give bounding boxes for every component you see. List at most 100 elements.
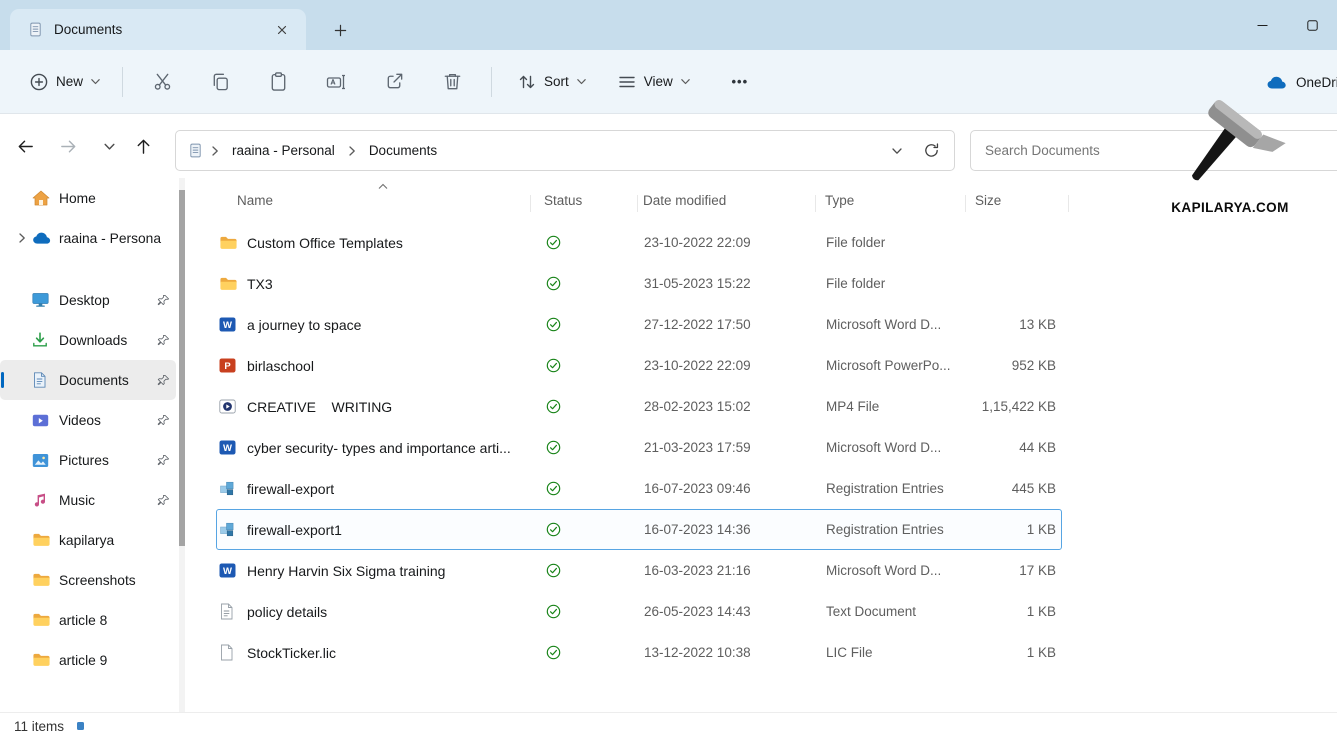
sidebar-item-raaina-persona[interactable]: raaina - Persona <box>0 218 176 258</box>
svg-text:W: W <box>223 443 232 454</box>
more-options-button[interactable]: ••• <box>722 64 758 100</box>
sidebar-item-pictures[interactable]: Pictures <box>0 440 176 480</box>
sidebar-item-label: kapilarya <box>59 533 176 548</box>
explorer-tab[interactable]: Documents <box>10 9 306 50</box>
sidebar-item-label: Screenshots <box>59 573 176 588</box>
sidebar-item-downloads[interactable]: Downloads <box>0 320 176 360</box>
file-row-creative-writing[interactable]: CREATIVE WRITING28-02-2023 15:02MP4 File… <box>216 386 1062 427</box>
back-button[interactable] <box>9 130 41 162</box>
up-button[interactable] <box>127 130 159 162</box>
file-size: 1 KB <box>936 592 1056 631</box>
sidebar-item-documents[interactable]: Documents <box>0 360 176 400</box>
scrollbar-thumb[interactable] <box>179 190 185 546</box>
paste-button[interactable] <box>258 62 298 102</box>
file-row-firewall-export1[interactable]: firewall-export116-07-2023 14:36Registra… <box>216 509 1062 550</box>
file-list: Custom Office Templates23-10-2022 22:09F… <box>200 222 1337 673</box>
file-row-firewall-export[interactable]: firewall-export16-07-2023 09:46Registrat… <box>216 468 1062 509</box>
breadcrumb-item-raaina-personal[interactable]: raaina - Personal <box>225 139 342 162</box>
breadcrumb-chevron-icon[interactable] <box>207 145 223 157</box>
new-button-label: New <box>56 74 83 89</box>
file-row-tx3[interactable]: TX331-05-2023 15:22File folder <box>216 263 1062 304</box>
sidebar-scrollbar[interactable] <box>179 178 185 712</box>
column-divider[interactable] <box>637 195 638 212</box>
file-row-a-journey-to-space[interactable]: Wa journey to space27-12-2022 17:50Micro… <box>216 304 1062 345</box>
address-dropdown-icon[interactable] <box>882 136 912 166</box>
sidebar-item-article-8[interactable]: article 8 <box>0 600 176 640</box>
file-row-henry-harvin-six-sigma-training[interactable]: WHenry Harvin Six Sigma training16-03-20… <box>216 550 1062 591</box>
view-button[interactable]: View <box>608 64 700 100</box>
watermark-text: KAPILARYA.COM <box>1148 200 1312 215</box>
column-divider[interactable] <box>965 195 966 212</box>
copy-button[interactable] <box>200 62 240 102</box>
column-divider[interactable] <box>1068 195 1069 212</box>
file-date-modified: 16-03-2023 21:16 <box>644 551 814 590</box>
toolbar-divider <box>491 67 492 97</box>
column-divider[interactable] <box>815 195 816 212</box>
minimize-button[interactable] <box>1237 0 1287 50</box>
sidebar-item-kapilarya[interactable]: kapilarya <box>0 520 176 560</box>
folder-icon <box>219 264 241 303</box>
new-tab-button[interactable] <box>327 18 353 43</box>
file-row-custom-office-templates[interactable]: Custom Office Templates23-10-2022 22:09F… <box>216 222 1062 263</box>
file-name: firewall-export1 <box>247 510 543 549</box>
sidebar-item-desktop[interactable]: Desktop <box>0 280 176 320</box>
sidebar-item-screenshots[interactable]: Screenshots <box>0 560 176 600</box>
tab-close-icon[interactable] <box>270 18 294 42</box>
new-button[interactable]: New <box>18 64 112 100</box>
powerpoint-icon: P <box>219 346 241 385</box>
document-icon <box>28 22 43 37</box>
file-row-birlaschool[interactable]: Pbirlaschool23-10-2022 22:09Microsoft Po… <box>216 345 1062 386</box>
file-row-cyber-security-types-and-importance-arti[interactable]: Wcyber security- types and importance ar… <box>216 427 1062 468</box>
forward-button[interactable] <box>52 130 84 162</box>
sidebar-item-videos[interactable]: Videos <box>0 400 176 440</box>
plus-circle-icon <box>29 72 49 92</box>
column-header-date-modified[interactable]: Date modified <box>643 193 726 208</box>
folder-icon <box>219 223 241 262</box>
pin-icon <box>157 374 170 387</box>
sidebar-item-home[interactable]: Home <box>0 178 176 218</box>
file-size: 445 KB <box>936 469 1056 508</box>
recent-locations-chevron-icon[interactable] <box>93 130 125 162</box>
file-date-modified: 23-10-2022 22:09 <box>644 223 814 262</box>
share-icon <box>384 71 405 92</box>
sidebar-item-label: Videos <box>59 413 157 428</box>
column-header-name[interactable]: Name <box>237 193 273 208</box>
svg-text:W: W <box>223 320 232 331</box>
sync-status-icon <box>546 633 566 672</box>
expand-chevron-icon[interactable] <box>12 232 32 244</box>
rename-button[interactable] <box>316 62 356 102</box>
column-header-status[interactable]: Status <box>544 193 582 208</box>
column-divider[interactable] <box>530 195 531 212</box>
file-size: 17 KB <box>936 551 1056 590</box>
breadcrumb-item-documents[interactable]: Documents <box>362 139 444 162</box>
refresh-icon[interactable] <box>916 136 946 166</box>
status-bar: 11 items <box>0 712 1337 739</box>
sort-button[interactable]: Sort <box>508 64 596 100</box>
delete-button[interactable] <box>432 62 472 102</box>
copy-icon <box>210 71 231 92</box>
maximize-button[interactable] <box>1287 0 1337 50</box>
titlebar: Documents <box>0 0 1337 50</box>
tab-title: Documents <box>54 22 259 37</box>
sync-status-icon <box>546 223 566 262</box>
file-row-policy-details[interactable]: policy details26-05-2023 14:43Text Docum… <box>216 591 1062 632</box>
sidebar-item-label: Home <box>59 191 176 206</box>
share-button[interactable] <box>374 62 414 102</box>
folder-icon <box>32 652 59 668</box>
folder-icon <box>32 612 59 628</box>
sidebar-item-article-9[interactable]: article 9 <box>0 640 176 680</box>
column-header-type[interactable]: Type <box>825 193 854 208</box>
file-size: 952 KB <box>936 346 1056 385</box>
file-list-pane: Name Status Date modified Type Size Custom O… <box>200 178 1337 712</box>
sidebar-item-music[interactable]: Music <box>0 480 176 520</box>
text-icon <box>219 592 241 631</box>
address-bar[interactable]: raaina - Personal Documents <box>175 130 955 171</box>
breadcrumb-chevron-icon[interactable] <box>344 145 360 157</box>
column-header-size[interactable]: Size <box>975 193 1001 208</box>
file-name: Custom Office Templates <box>247 223 543 262</box>
registry-icon <box>219 510 241 549</box>
view-icon <box>617 72 637 92</box>
file-row-stockticker-lic[interactable]: StockTicker.lic13-12-2022 10:38LIC File1… <box>216 632 1062 673</box>
window-controls <box>1237 0 1337 50</box>
cut-button[interactable] <box>142 62 182 102</box>
